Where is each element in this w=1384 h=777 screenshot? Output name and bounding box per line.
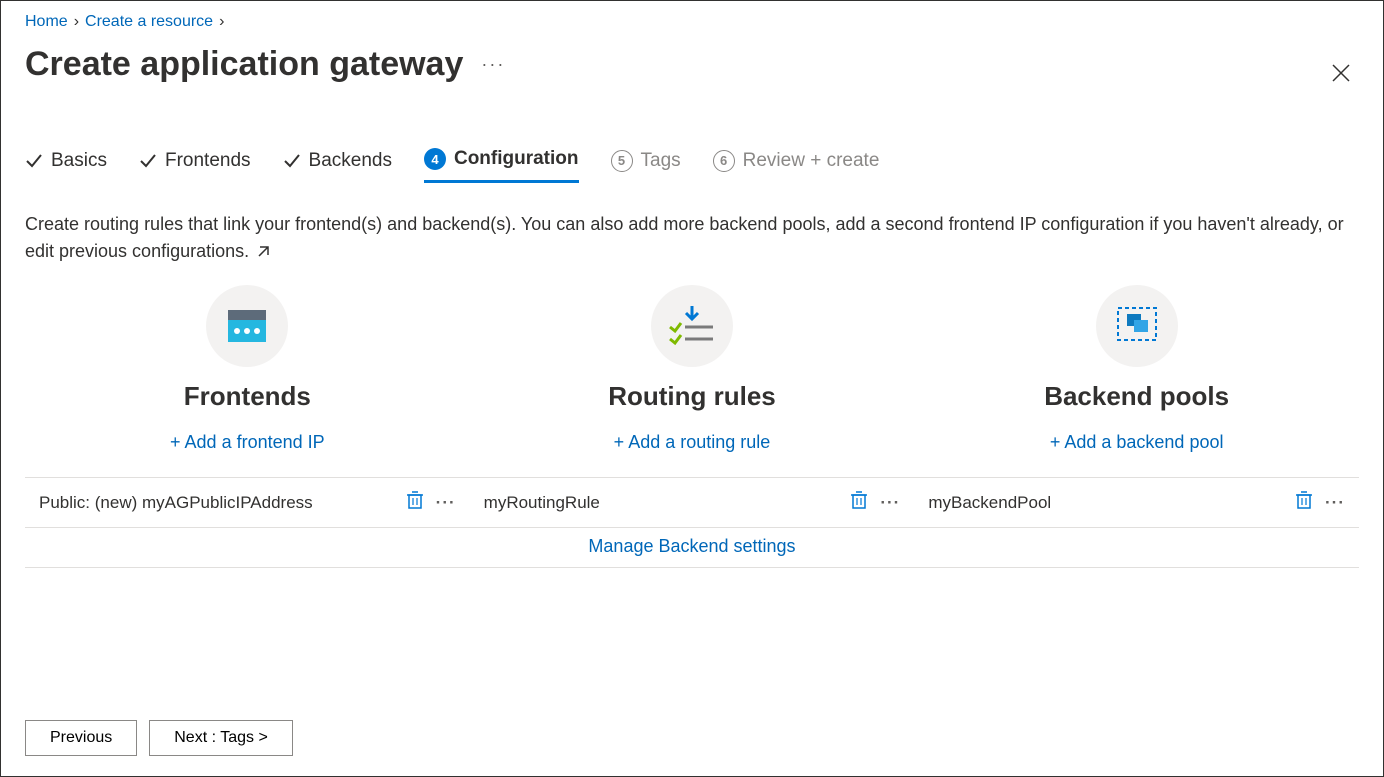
tab-label: Configuration [454,148,579,170]
chevron-right-icon: › [219,13,224,31]
breadcrumb-create-resource[interactable]: Create a resource [85,13,213,31]
next-button[interactable]: Next : Tags > [149,720,293,756]
backend-pools-column: Backend pools + Add a backend pool [914,285,1359,453]
tab-label: Frontends [165,150,251,172]
routing-rules-column: Routing rules + Add a routing rule [470,285,915,453]
previous-button[interactable]: Previous [25,720,137,756]
description-text: Create routing rules that link your fron… [25,211,1359,265]
browser-icon [225,307,269,345]
delete-routing-rule-button[interactable] [850,490,868,515]
tab-basics[interactable]: Basics [25,148,107,183]
tab-tags[interactable]: 5 Tags [611,148,681,183]
breadcrumb: Home › Create a resource › [25,13,1359,31]
routing-rule-more-button[interactable]: ··· [880,493,900,513]
close-icon [1332,64,1350,82]
check-icon [283,152,301,170]
items-row: Public: (new) myAGPublicIPAddress ··· my… [25,477,1359,528]
add-backend-pool-link[interactable]: + Add a backend pool [1050,432,1224,453]
delete-frontend-button[interactable] [406,490,424,515]
check-icon [25,152,43,170]
routing-rules-icon [651,285,733,367]
tab-step-badge: 5 [611,150,633,172]
tab-configuration[interactable]: 4 Configuration [424,148,579,183]
wizard-footer: Previous Next : Tags > [25,720,293,756]
frontends-title: Frontends [35,381,460,412]
trash-icon [1295,490,1313,510]
frontend-item-label[interactable]: Public: (new) myAGPublicIPAddress [39,493,313,513]
tab-step-badge: 6 [713,150,735,172]
description-body: Create routing rules that link your fron… [25,214,1344,261]
routing-icon [667,304,717,348]
manage-backend-settings-link[interactable]: Manage Backend settings [470,528,915,567]
frontends-icon [206,285,288,367]
title-more-button[interactable]: ··· [481,54,505,75]
frontend-more-button[interactable]: ··· [436,493,456,513]
tab-label: Backends [309,150,392,172]
chevron-right-icon: › [74,13,79,31]
tab-backends[interactable]: Backends [283,148,392,183]
routing-rules-title: Routing rules [480,381,905,412]
trash-icon [850,490,868,510]
trash-icon [406,490,424,510]
page-title: Create application gateway [25,45,463,84]
tab-label: Review + create [743,150,880,172]
tab-label: Basics [51,150,107,172]
routing-rule-item: myRoutingRule ··· [470,478,915,527]
frontends-column: Frontends + Add a frontend IP [25,285,470,453]
frontend-item: Public: (new) myAGPublicIPAddress ··· [25,478,470,527]
add-frontend-ip-link[interactable]: + Add a frontend IP [170,432,325,453]
close-button[interactable] [1327,59,1355,87]
breadcrumb-home[interactable]: Home [25,13,68,31]
tab-frontends[interactable]: Frontends [139,148,251,183]
add-routing-rule-link[interactable]: + Add a routing rule [614,432,771,453]
config-columns: Frontends + Add a frontend IP Routing ru… [25,285,1359,453]
backend-pool-item: myBackendPool ··· [914,478,1359,527]
routing-rule-item-label[interactable]: myRoutingRule [484,493,600,513]
backend-pool-icon [1112,304,1162,348]
check-icon [139,152,157,170]
tab-review-create[interactable]: 6 Review + create [713,148,880,183]
external-link-icon[interactable] [256,245,270,259]
backend-pools-icon [1096,285,1178,367]
backend-pools-title: Backend pools [924,381,1349,412]
manage-row: Manage Backend settings [25,528,1359,568]
backend-pool-item-label[interactable]: myBackendPool [928,493,1051,513]
wizard-tabs: Basics Frontends Backends 4 Configuratio… [25,148,1359,183]
backend-pool-more-button[interactable]: ··· [1325,493,1345,513]
tab-step-badge: 4 [424,148,446,170]
delete-backend-pool-button[interactable] [1295,490,1313,515]
tab-label: Tags [641,150,681,172]
